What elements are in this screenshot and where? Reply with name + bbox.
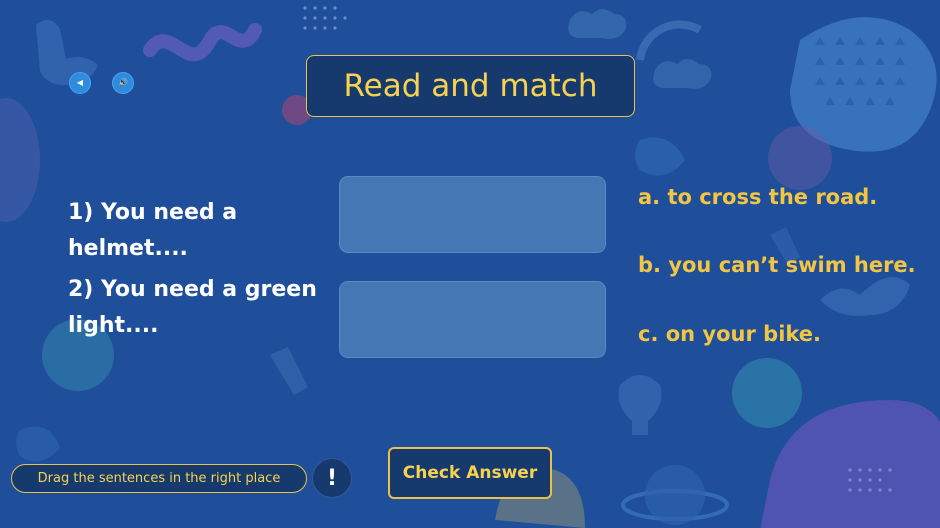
info-button[interactable]: ! [312, 458, 352, 498]
instruction-text: Drag the sentences in the right place [37, 471, 281, 486]
sound-button[interactable]: 🔊 [112, 72, 134, 94]
speaker-icon: 🔊 [118, 78, 128, 87]
check-answer-button[interactable]: Check Answer [388, 447, 552, 499]
answer-a[interactable]: a. to cross the road. [638, 185, 877, 209]
globe-right [732, 358, 802, 428]
back-button[interactable]: ◀ [69, 72, 91, 94]
answer-b[interactable]: b. you can’t swim here. [638, 253, 916, 277]
activity-title-box: Read and match [306, 55, 635, 117]
drop-zone-1[interactable] [339, 176, 606, 253]
planet-body [645, 465, 705, 525]
check-answer-label: Check Answer [402, 463, 538, 483]
play-back-icon: ◀ [76, 78, 84, 87]
prompt-2: 2) You need a green light.... [68, 277, 317, 338]
instruction-hint: Drag the sentences in the right place [11, 464, 307, 493]
drop-zone-2[interactable] [339, 281, 606, 358]
activity-title: Read and match [343, 68, 598, 104]
prompt-1: 1) You need a helmet.... [68, 200, 238, 261]
answer-c[interactable]: c. on your bike. [638, 322, 821, 346]
spotted-circle [768, 126, 832, 190]
exclamation-icon: ! [326, 465, 338, 491]
